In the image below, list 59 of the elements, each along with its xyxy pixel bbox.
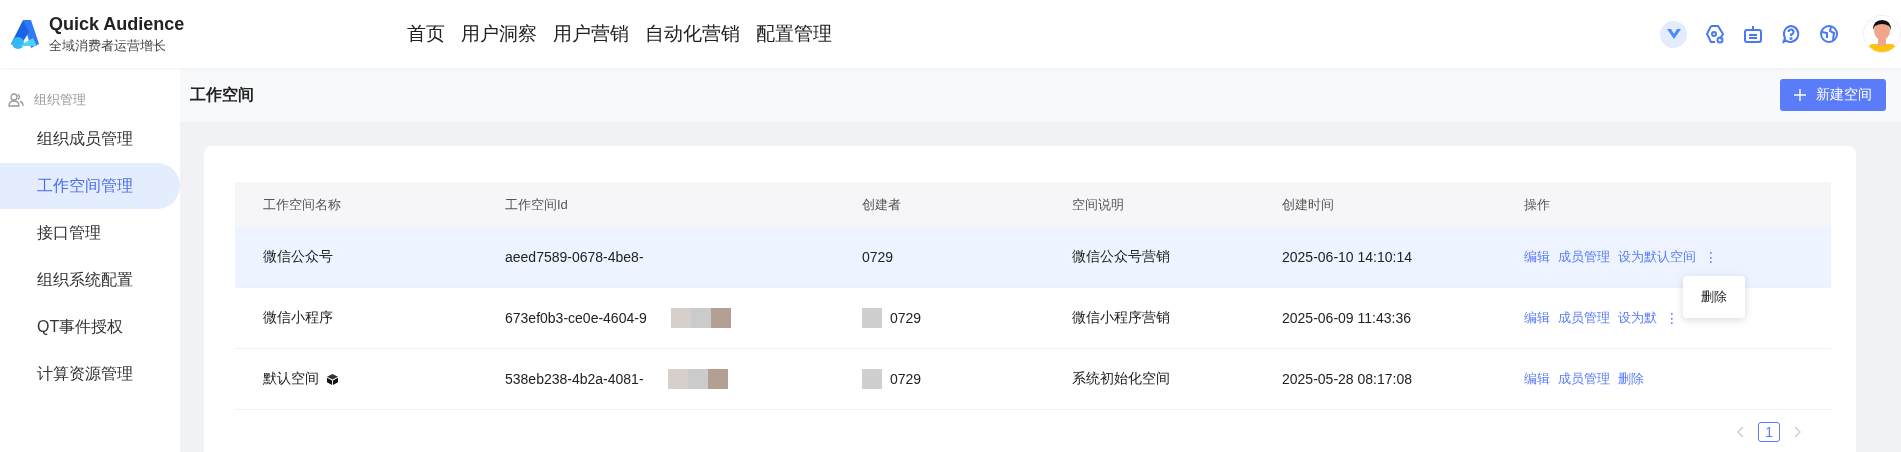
table-cell: 0729 <box>890 371 922 387</box>
app-name: Quick Audience <box>49 13 185 35</box>
table-cell: 微信小程序营销 <box>1072 309 1170 327</box>
plus-icon <box>1794 89 1806 101</box>
action-link[interactable]: 成员管理 <box>1558 248 1610 266</box>
sidebar-item[interactable]: QT事件授权 <box>0 304 180 350</box>
new-space-button[interactable]: 新建空间 <box>1780 79 1886 111</box>
column-header: 创建时间 <box>1254 182 1496 227</box>
notice-board-icon[interactable] <box>1743 24 1763 44</box>
action-link[interactable]: 设为默认空间 <box>1618 248 1696 266</box>
nav-link[interactable]: 自动化营销 <box>645 21 740 47</box>
sidebar-item[interactable]: 计算资源管理 <box>0 351 180 397</box>
nav-link[interactable]: 用户营销 <box>553 21 629 47</box>
user-group-icon <box>8 92 24 108</box>
column-header: 空间说明 <box>1044 182 1254 227</box>
table-cell: 0729 <box>890 310 922 326</box>
action-link[interactable]: 编辑 <box>1524 309 1550 327</box>
sidebar-item[interactable]: 组织系统配置 <box>0 257 180 303</box>
table-row[interactable]: 微信公众号 aeed7589-0678-4be8- 0729 微信公众号营销 2025-06-10 14:10:14 编辑 成员管理 设为默认空间 ⋮ <box>235 227 1831 288</box>
sidebar-item[interactable]: 接口管理 <box>0 210 180 256</box>
nav-link[interactable]: 配置管理 <box>756 21 832 47</box>
action-link[interactable]: 设为默 <box>1618 309 1657 327</box>
table-cell: 微信公众号营销 <box>1072 248 1170 266</box>
menu-item[interactable]: 删除 <box>1701 289 1727 304</box>
action-link[interactable]: 成员管理 <box>1558 309 1610 327</box>
column-header: 操作 <box>1496 182 1831 227</box>
page-title: 工作空间 <box>190 84 254 105</box>
column-header: 工作空间名称 <box>235 182 477 227</box>
hexagon-gear-icon[interactable] <box>1705 24 1725 44</box>
action-link[interactable]: 删除 <box>1618 370 1644 388</box>
action-link[interactable]: 编辑 <box>1524 370 1550 388</box>
table-row[interactable]: 默认空间 538eb238-4b2a-4081- 0729 系统初始化空间 2025-05-28 08:17:08 编辑 成员管理 删除 <box>235 349 1831 410</box>
logo-icon <box>9 18 41 50</box>
table-cell: 2025-06-10 14:10:14 <box>1282 249 1412 265</box>
app-tagline: 全域消费者运营增长 <box>49 36 167 55</box>
table-cell: 微信公众号 <box>263 248 333 266</box>
page-number[interactable]: 1 <box>1758 422 1780 442</box>
action-link[interactable]: 编辑 <box>1524 248 1550 266</box>
table-cell: 673ef0b3-ce0e-4604-9 <box>505 310 647 326</box>
sidebar-group-label: 组织管理 <box>34 91 86 109</box>
nav-link[interactable]: 用户洞察 <box>461 21 537 47</box>
help-icon[interactable] <box>1781 24 1801 44</box>
nav-link[interactable]: 首页 <box>407 21 445 47</box>
table-cell: 微信小程序 <box>263 309 333 327</box>
action-link[interactable]: 成员管理 <box>1558 370 1610 388</box>
table-cell: 2025-05-28 08:17:08 <box>1282 371 1412 387</box>
column-header: 工作空间Id <box>477 182 834 227</box>
table-cell: aeed7589-0678-4be8- <box>505 249 644 265</box>
table-cell: 2025-06-09 11:43:36 <box>1282 310 1411 326</box>
sidebar-item[interactable]: 组织成员管理 <box>0 116 180 162</box>
table-cell: 538eb238-4b2a-4081- <box>505 371 644 387</box>
table-cell: 0729 <box>862 249 894 265</box>
column-header: 创建者 <box>834 182 1044 227</box>
table-cell: 默认空间 <box>263 370 319 388</box>
v-logo-icon[interactable] <box>1660 20 1687 48</box>
more-menu-link[interactable]: ⋮ <box>1665 310 1679 326</box>
table-cell: 系统初始化空间 <box>1072 370 1170 388</box>
globe-icon[interactable] <box>1819 24 1839 44</box>
sidebar-item[interactable]: 工作空间管理 <box>0 163 180 209</box>
